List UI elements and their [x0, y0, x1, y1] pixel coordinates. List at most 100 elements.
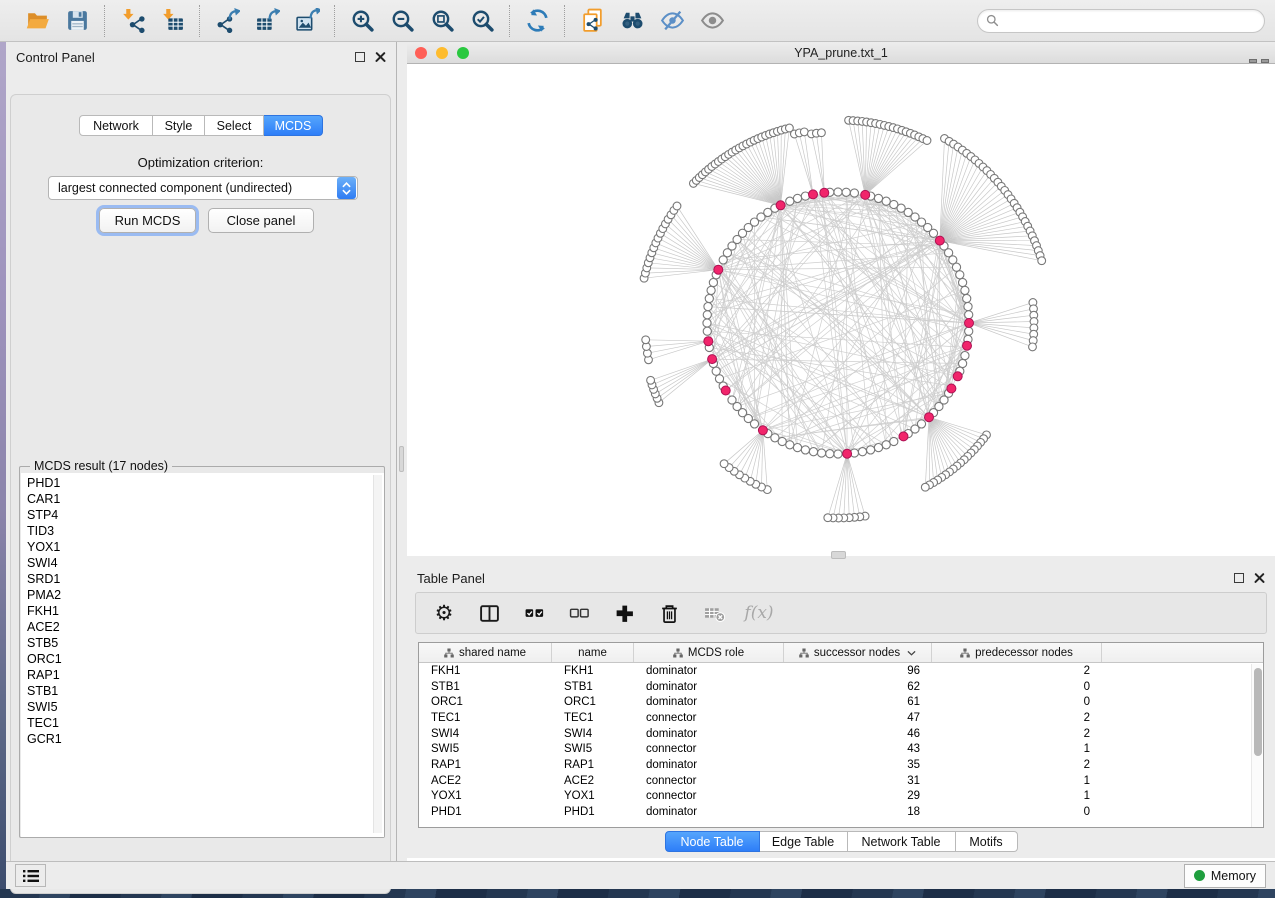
show-panels-list-button[interactable] [15, 864, 46, 887]
mcds-node-item[interactable]: TID3 [27, 523, 384, 539]
mcds-node-item[interactable]: FKH1 [27, 603, 384, 619]
zoom-out-button[interactable] [388, 7, 416, 35]
network-window-titlebar[interactable]: YPA_prune.txt_1 [407, 42, 1275, 64]
zoom-in-button[interactable] [348, 7, 376, 35]
mcds-node-item[interactable]: YOX1 [27, 539, 384, 555]
column-header-MCDS-role[interactable]: MCDS role [634, 643, 784, 662]
export-image-button[interactable] [293, 7, 321, 35]
zoom-fit-button[interactable] [428, 7, 456, 35]
table-row[interactable]: STB1STB1dominator620 [419, 679, 1263, 695]
horizontal-split-divider[interactable] [407, 556, 1275, 563]
zoom-selected-button[interactable] [468, 7, 496, 35]
export-table-button[interactable] [253, 7, 281, 35]
mcds-node-item[interactable]: PHD1 [27, 475, 384, 491]
mcds-result-list[interactable]: PHD1CAR1STP4TID3YOX1SWI4SRD1PMA2FKH1ACE2… [21, 473, 384, 837]
table-settings-button[interactable]: ⚙ [432, 601, 456, 625]
share-document-button[interactable] [578, 7, 606, 35]
close-panel-icon[interactable] [1254, 573, 1265, 584]
close-panel-icon[interactable] [375, 52, 386, 63]
tab-network-table[interactable]: Network Table [848, 831, 956, 852]
search-input[interactable] [1004, 14, 1256, 28]
tab-network[interactable]: Network [79, 115, 153, 136]
splitpane-expander-icon[interactable] [1261, 59, 1269, 63]
close-panel-button[interactable]: Close panel [208, 208, 314, 233]
mcds-node-item[interactable]: SWI4 [27, 555, 384, 571]
column-header-shared-name[interactable]: shared name [419, 643, 552, 662]
cell-predecessor_nodes: 2 [932, 759, 1102, 771]
cell-successor_nodes: 35 [784, 759, 932, 771]
show-eye-button[interactable] [698, 7, 726, 35]
mcds-node-item[interactable]: STB1 [27, 683, 384, 699]
cell-predecessor_nodes: 0 [932, 681, 1102, 693]
table-row[interactable]: ACE2ACE2connector311 [419, 773, 1263, 789]
table-row[interactable]: TEC1TEC1connector472 [419, 710, 1263, 726]
search-box[interactable] [977, 9, 1265, 33]
tab-style[interactable]: Style [153, 115, 205, 136]
float-panel-icon[interactable] [355, 52, 365, 62]
vertical-split-handle[interactable] [399, 446, 404, 472]
refresh-view-button[interactable] [523, 7, 551, 35]
tab-node-table[interactable]: Node Table [665, 831, 760, 852]
criterion-select[interactable]: largest connected component (undirected) [48, 176, 358, 200]
save-session-button[interactable] [63, 7, 91, 35]
tab-motifs[interactable]: Motifs [956, 831, 1018, 852]
table-row[interactable]: YOX1YOX1connector291 [419, 789, 1263, 805]
unselect-all-columns-button[interactable] [567, 601, 591, 625]
mcds-node-item[interactable]: CAR1 [27, 491, 384, 507]
mcds-node-item[interactable]: PMA2 [27, 587, 384, 603]
app-window: Control Panel Optimization criterion: la… [0, 0, 1275, 898]
tab-select[interactable]: Select [205, 115, 264, 136]
show-columns-button[interactable] [477, 601, 501, 625]
network-canvas[interactable] [407, 64, 1275, 556]
tab-mcds[interactable]: MCDS [264, 115, 323, 136]
table-row[interactable]: PHD1PHD1dominator180 [419, 804, 1263, 820]
mcds-node-item[interactable]: GCR1 [27, 731, 384, 747]
table-scrollbar-thumb[interactable] [1254, 668, 1262, 756]
table-scrollbar[interactable] [1251, 664, 1262, 827]
table-row[interactable]: ORC1ORC1dominator610 [419, 694, 1263, 710]
node-table-body: FKH1FKH1dominator962STB1STB1dominator620… [419, 663, 1263, 820]
float-panel-icon[interactable] [1234, 573, 1244, 583]
mcds-list-scrollbar[interactable] [373, 475, 382, 833]
binoculars-icon [620, 8, 645, 33]
mcds-node-item[interactable]: ACE2 [27, 619, 384, 635]
export-network-button[interactable] [213, 7, 241, 35]
table-row[interactable]: SWI4SWI4dominator462 [419, 726, 1263, 742]
run-mcds-button[interactable]: Run MCDS [99, 208, 196, 233]
table-row[interactable]: FKH1FKH1dominator962 [419, 663, 1263, 679]
column-header-name[interactable]: name [552, 643, 634, 662]
table-row[interactable]: SWI5SWI5connector431 [419, 741, 1263, 757]
cell-predecessor_nodes: 2 [932, 728, 1102, 740]
cell-mcds_role: dominator [634, 728, 784, 740]
find-network-button[interactable] [618, 7, 646, 35]
export-table-icon [255, 8, 280, 33]
cell-successor_nodes: 62 [784, 681, 932, 693]
mcds-node-item[interactable]: RAP1 [27, 667, 384, 683]
mcds-node-item[interactable]: STB5 [27, 635, 384, 651]
hide-glasses-button[interactable] [658, 7, 686, 35]
select-all-columns-button[interactable] [522, 601, 546, 625]
open-file-button[interactable] [23, 7, 51, 35]
mcds-node-item[interactable]: ORC1 [27, 651, 384, 667]
node-table[interactable]: shared namenameMCDS rolesuccessor nodesp… [418, 642, 1264, 828]
toolbar-group [10, 5, 104, 37]
cell-successor_nodes: 43 [784, 743, 932, 755]
tab-edge-table[interactable]: Edge Table [760, 831, 848, 852]
splitpane-expander-icon[interactable] [1249, 59, 1257, 63]
column-header-predecessor-nodes[interactable]: predecessor nodes [932, 643, 1102, 662]
vertical-split-divider[interactable] [397, 42, 407, 862]
delete-columns-button[interactable] [657, 601, 681, 625]
import-table-button[interactable] [158, 7, 186, 35]
mcds-node-item[interactable]: TEC1 [27, 715, 384, 731]
zoom-selected-icon [470, 8, 495, 33]
horizontal-split-handle[interactable] [831, 551, 846, 559]
mcds-node-item[interactable]: SWI5 [27, 699, 384, 715]
mcds-node-item[interactable]: STP4 [27, 507, 384, 523]
memory-button[interactable]: Memory [1184, 864, 1266, 888]
mcds-node-item[interactable]: SRD1 [27, 571, 384, 587]
import-network-button[interactable] [118, 7, 146, 35]
table-row[interactable]: RAP1RAP1dominator352 [419, 757, 1263, 773]
create-column-button[interactable] [612, 601, 636, 625]
column-header-successor-nodes[interactable]: successor nodes [784, 643, 932, 662]
network-graph-svg[interactable] [407, 64, 1275, 556]
